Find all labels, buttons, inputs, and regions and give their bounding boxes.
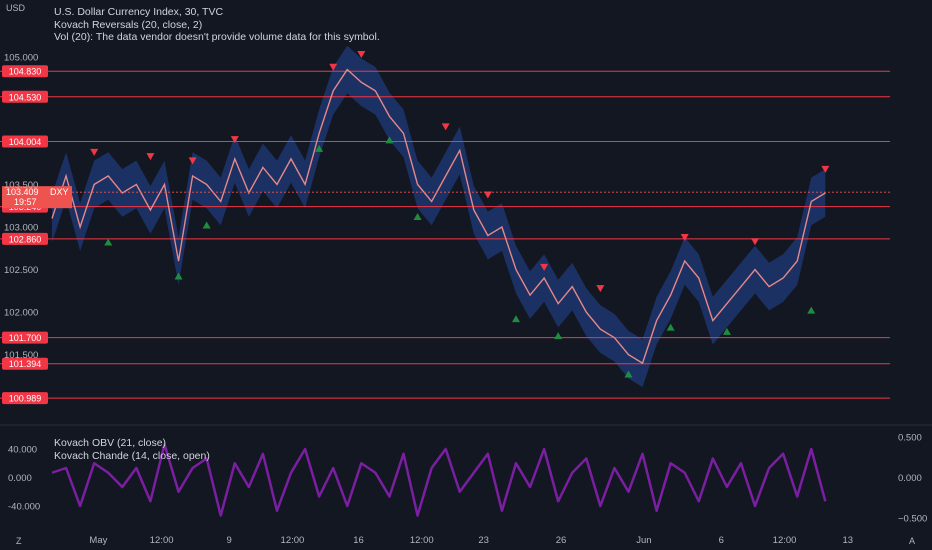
reversal-top-marker bbox=[90, 148, 99, 156]
level-label: 104.830 bbox=[9, 67, 42, 77]
reversal-top-marker bbox=[751, 238, 760, 246]
level-label: 100.989 bbox=[9, 394, 42, 404]
legend-reversals: Kovach Reversals (20, close, 2) bbox=[54, 19, 203, 31]
time-tick-label: 12:00 bbox=[410, 535, 434, 546]
chart-canvas[interactable]: 104.830104.530104.004103.240102.860101.7… bbox=[0, 0, 932, 550]
price-pane: 104.830104.530104.004103.240102.860101.7… bbox=[0, 45, 890, 405]
reversal-top-marker bbox=[146, 153, 155, 161]
time-tick-label: 12:00 bbox=[150, 535, 174, 546]
reversal-bottom-marker bbox=[104, 238, 113, 246]
time-tick-label: 6 bbox=[719, 535, 724, 546]
time-tick-label: 26 bbox=[556, 535, 567, 546]
time-tick-label: 12:00 bbox=[773, 535, 797, 546]
obv-tick-label: -40.000 bbox=[8, 502, 40, 513]
last-price-symbol: DXY bbox=[50, 187, 69, 197]
legend-obv: Kovach OBV (21, close) bbox=[54, 437, 167, 449]
reversal-top-marker bbox=[680, 234, 689, 242]
chande-tick-label: 0.000 bbox=[898, 473, 922, 484]
reversal-top-marker bbox=[596, 285, 605, 293]
price-tick-label: 102.000 bbox=[4, 308, 38, 319]
reversal-bottom-marker bbox=[202, 221, 211, 229]
price-tick-label: 102.500 bbox=[4, 265, 38, 276]
obv-tick-label: 0.000 bbox=[8, 473, 32, 484]
time-tick-label: 16 bbox=[353, 535, 364, 546]
axes: 105.000 103.500 103.000 102.500 102.000 101.5… bbox=[0, 52, 932, 546]
reversal-bottom-marker bbox=[807, 306, 816, 314]
reversal-bottom-marker bbox=[413, 212, 422, 220]
level-label: 101.700 bbox=[9, 333, 42, 343]
reversal-bottom-marker bbox=[554, 332, 563, 340]
obv-tick-label: 40.000 bbox=[8, 445, 37, 456]
reversal-top-marker bbox=[441, 123, 450, 131]
price-tick-label: 105.000 bbox=[4, 52, 38, 63]
time-tick-label: 9 bbox=[227, 535, 232, 546]
chande-tick-label: −0.500 bbox=[898, 513, 927, 524]
legend-chande: Kovach Chande (14, close, open) bbox=[54, 450, 210, 462]
price-tick-label: 103.500 bbox=[4, 180, 38, 191]
legend-volume: Vol (20): The data vendor doesn't provid… bbox=[54, 31, 380, 43]
time-tick-label: 13 bbox=[843, 535, 854, 546]
last-price-countdown: 19:57 bbox=[14, 197, 37, 207]
legend-symbol: U.S. Dollar Currency Index, 30, TVC bbox=[54, 6, 224, 18]
time-tick-label: Jun bbox=[636, 535, 651, 546]
time-tick-label: 12:00 bbox=[281, 535, 305, 546]
currency-label: USD bbox=[6, 3, 26, 13]
price-tick-label: 101.500 bbox=[4, 350, 38, 361]
level-label: 102.860 bbox=[9, 234, 42, 244]
auto-scale-button[interactable]: A bbox=[909, 536, 915, 546]
timezone-button[interactable]: Z bbox=[16, 536, 22, 546]
chande-tick-label: 0.500 bbox=[898, 433, 922, 444]
level-label: 104.530 bbox=[9, 92, 42, 102]
reversal-bottom-marker bbox=[511, 315, 520, 323]
price-tick-label: 103.000 bbox=[4, 223, 38, 234]
reversal-bottom-marker bbox=[666, 323, 675, 331]
time-tick-label: 23 bbox=[478, 535, 489, 546]
level-label: 104.004 bbox=[9, 137, 42, 147]
time-tick-label: May bbox=[89, 535, 107, 546]
reversal-bottom-marker bbox=[174, 272, 183, 280]
